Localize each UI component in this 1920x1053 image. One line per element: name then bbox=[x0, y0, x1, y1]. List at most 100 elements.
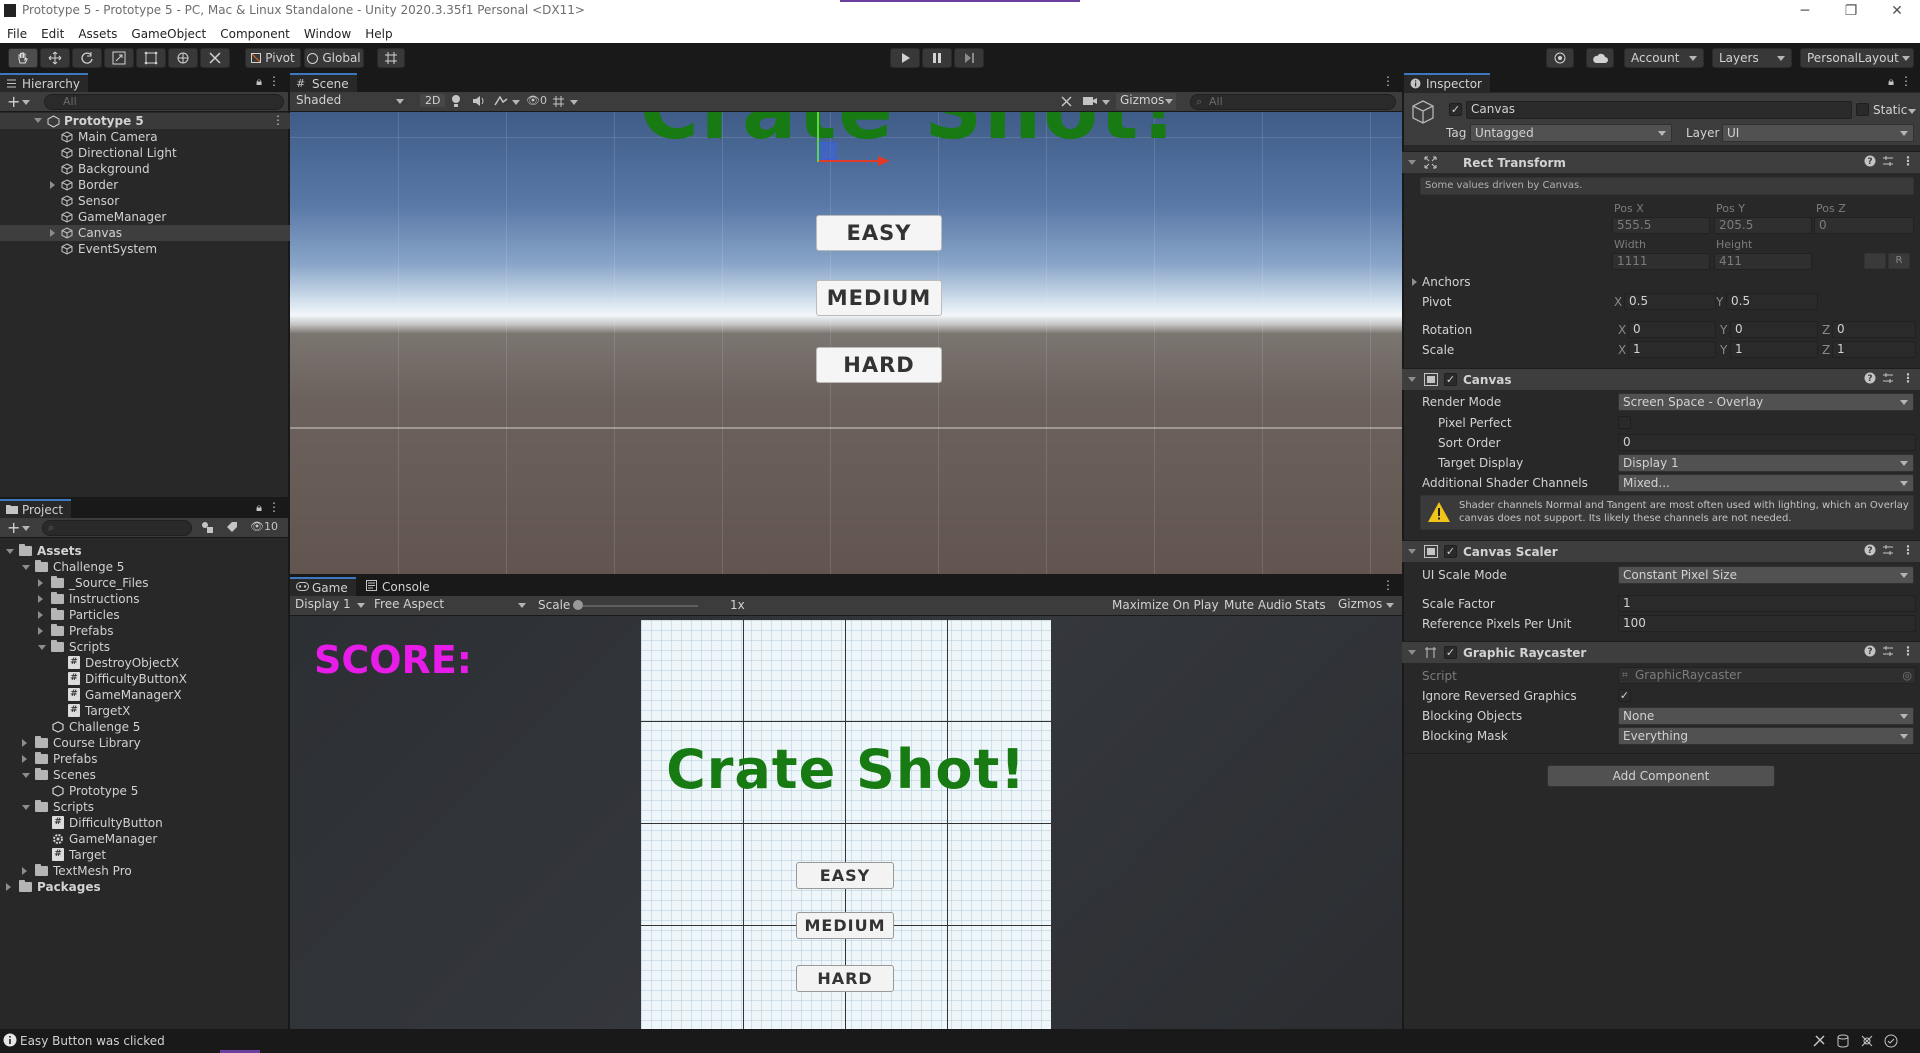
expand-icon[interactable] bbox=[34, 118, 42, 123]
project-item[interactable]: # DestroyObjectX bbox=[0, 655, 290, 671]
custom-tool-icon[interactable] bbox=[200, 48, 230, 68]
game-hard-button[interactable]: HARD bbox=[796, 965, 894, 992]
chevron-down-icon[interactable] bbox=[22, 526, 30, 531]
expand-icon[interactable] bbox=[22, 867, 27, 875]
help-icon[interactable]: ? bbox=[1864, 155, 1876, 167]
canvas-component-header[interactable]: ✓ Canvas ? ⋮ bbox=[1402, 368, 1920, 390]
more-icon[interactable]: ⋮ bbox=[1900, 74, 1912, 88]
auto-generate-lighting-icon[interactable] bbox=[1812, 1034, 1826, 1048]
render-mode-dropdown[interactable]: Screen Space - Overlay bbox=[1618, 393, 1914, 411]
project-item[interactable]: Prefabs bbox=[0, 751, 290, 767]
xy-plane-gizmo[interactable] bbox=[819, 142, 837, 160]
rect-transform-header[interactable]: Rect Transform ? ⋮ bbox=[1402, 151, 1920, 173]
static-checkbox[interactable] bbox=[1856, 103, 1869, 116]
rotation-x-field[interactable]: 0 bbox=[1628, 321, 1716, 338]
aspect-dropdown[interactable]: Free Aspect bbox=[372, 597, 532, 614]
pause-button[interactable] bbox=[922, 48, 952, 68]
play-button[interactable] bbox=[890, 48, 920, 68]
expand-icon[interactable] bbox=[1412, 278, 1417, 286]
collapse-icon[interactable] bbox=[1408, 377, 1416, 382]
rotate-tool-icon[interactable] bbox=[72, 48, 102, 68]
rotation-y-field[interactable]: 0 bbox=[1730, 321, 1818, 338]
expand-icon[interactable] bbox=[22, 739, 27, 747]
expand-icon[interactable] bbox=[22, 755, 27, 763]
project-item[interactable]: Challenge 5 bbox=[0, 559, 290, 575]
expand-icon[interactable] bbox=[50, 229, 55, 237]
effects-icon[interactable] bbox=[494, 95, 508, 107]
blocking-mask-dropdown[interactable]: Everything bbox=[1618, 727, 1914, 745]
expand-icon[interactable] bbox=[38, 627, 43, 635]
layers-dropdown[interactable]: Layers bbox=[1712, 48, 1792, 68]
label-icon[interactable] bbox=[226, 521, 238, 533]
layout-dropdown[interactable]: PersonalLayout bbox=[1800, 48, 1914, 68]
hierarchy-item[interactable]: Border bbox=[0, 177, 290, 193]
canvas-scaler-header[interactable]: ✓ Canvas Scaler ? ⋮ bbox=[1402, 540, 1920, 562]
hidden-packages-toggle[interactable]: 👁︎10 bbox=[250, 520, 278, 533]
project-item[interactable]: Scenes bbox=[0, 767, 290, 783]
gizmos-dropdown[interactable]: Gizmos bbox=[1116, 93, 1176, 110]
hierarchy-item[interactable]: Canvas bbox=[0, 225, 290, 241]
hierarchy-item[interactable]: Main Camera bbox=[0, 129, 290, 145]
sort-order-field[interactable]: 0 bbox=[1618, 434, 1916, 451]
lock-icon[interactable]: 🔒︎ bbox=[256, 501, 262, 515]
add-component-button[interactable]: Add Component bbox=[1547, 765, 1775, 787]
preset-icon[interactable] bbox=[1882, 645, 1894, 657]
project-item[interactable]: TextMesh Pro bbox=[0, 863, 290, 879]
tab-game[interactable]: Game bbox=[290, 577, 356, 596]
cache-server-icon[interactable] bbox=[1836, 1034, 1850, 1048]
collab-icon[interactable] bbox=[1546, 48, 1574, 68]
more-icon[interactable]: ⋮ bbox=[1902, 371, 1914, 385]
blocking-objects-dropdown[interactable]: None bbox=[1618, 707, 1914, 725]
more-icon[interactable]: ⋮ bbox=[1902, 644, 1914, 658]
project-item[interactable]: # TargetX bbox=[0, 703, 290, 719]
more-icon[interactable]: ⋮ bbox=[268, 500, 280, 514]
more-icon[interactable]: ⋮ bbox=[1902, 543, 1914, 557]
scale-tool-icon[interactable] bbox=[104, 48, 134, 68]
canvas-enabled-checkbox[interactable]: ✓ bbox=[1444, 373, 1457, 386]
collapse-icon[interactable] bbox=[1408, 549, 1416, 554]
project-item[interactable]: # DifficultyButton bbox=[0, 815, 290, 831]
help-icon[interactable]: ? bbox=[1864, 645, 1876, 657]
collapse-icon[interactable] bbox=[6, 549, 14, 554]
chevron-down-icon[interactable] bbox=[1102, 100, 1110, 105]
scene-hard-button[interactable]: HARD bbox=[816, 347, 942, 383]
game-gizmos-dropdown[interactable]: Gizmos bbox=[1334, 597, 1396, 614]
global-toggle[interactable]: Global bbox=[304, 48, 364, 68]
tab-scene[interactable]: # Scene bbox=[290, 73, 357, 92]
cloud-icon[interactable] bbox=[1586, 48, 1614, 68]
menu-help[interactable]: Help bbox=[358, 24, 399, 41]
project-item[interactable]: Prefabs bbox=[0, 623, 290, 639]
hierarchy-item[interactable]: Sensor bbox=[0, 193, 290, 209]
scene-viewport[interactable]: Crate Shot! EASY MEDIUM HARD bbox=[290, 112, 1402, 574]
lighting-icon[interactable] bbox=[450, 94, 462, 108]
help-icon[interactable]: ? bbox=[1864, 544, 1876, 556]
collapse-icon[interactable] bbox=[1408, 650, 1416, 655]
scale-mode-dropdown[interactable]: Constant Pixel Size bbox=[1618, 566, 1914, 584]
mute-audio-toggle[interactable]: Mute Audio bbox=[1224, 598, 1292, 612]
collapse-icon[interactable] bbox=[1408, 160, 1416, 165]
hierarchy-item[interactable]: GameManager bbox=[0, 209, 290, 225]
preset-icon[interactable] bbox=[1882, 372, 1894, 384]
tab-inspector[interactable]: Inspector bbox=[1404, 73, 1490, 92]
game-medium-button[interactable]: MEDIUM bbox=[796, 912, 894, 939]
expand-icon[interactable] bbox=[50, 181, 55, 189]
expand-icon[interactable] bbox=[38, 579, 43, 587]
game-canvas[interactable]: Crate Shot! EASY MEDIUM HARD bbox=[641, 620, 1051, 1029]
project-item[interactable]: GameManager bbox=[0, 831, 290, 847]
chevron-down-icon[interactable] bbox=[570, 100, 578, 105]
scale-y-field[interactable]: 1 bbox=[1730, 341, 1818, 358]
graphic-raycaster-header[interactable]: ✓ Graphic Raycaster ? ⋮ bbox=[1402, 641, 1920, 663]
restore-button[interactable]: ❐ bbox=[1828, 0, 1874, 22]
scene-root-row[interactable]: Prototype 5 ⋮ bbox=[0, 113, 290, 129]
project-item[interactable]: Course Library bbox=[0, 735, 290, 751]
project-search-input[interactable]: ⌕ bbox=[42, 520, 192, 536]
scene-search-input[interactable]: ⌕ All bbox=[1190, 94, 1396, 110]
account-dropdown[interactable]: Account bbox=[1624, 48, 1704, 68]
object-name-input[interactable]: Canvas bbox=[1466, 101, 1852, 119]
tab-hierarchy[interactable]: Hierarchy bbox=[0, 73, 89, 92]
collapse-icon[interactable] bbox=[22, 805, 30, 810]
project-item[interactable]: _Source_Files bbox=[0, 575, 290, 591]
x-axis-arrow-icon[interactable] bbox=[878, 156, 890, 166]
project-item[interactable]: # DifficultyButtonX bbox=[0, 671, 290, 687]
hand-tool-icon[interactable] bbox=[8, 48, 38, 68]
